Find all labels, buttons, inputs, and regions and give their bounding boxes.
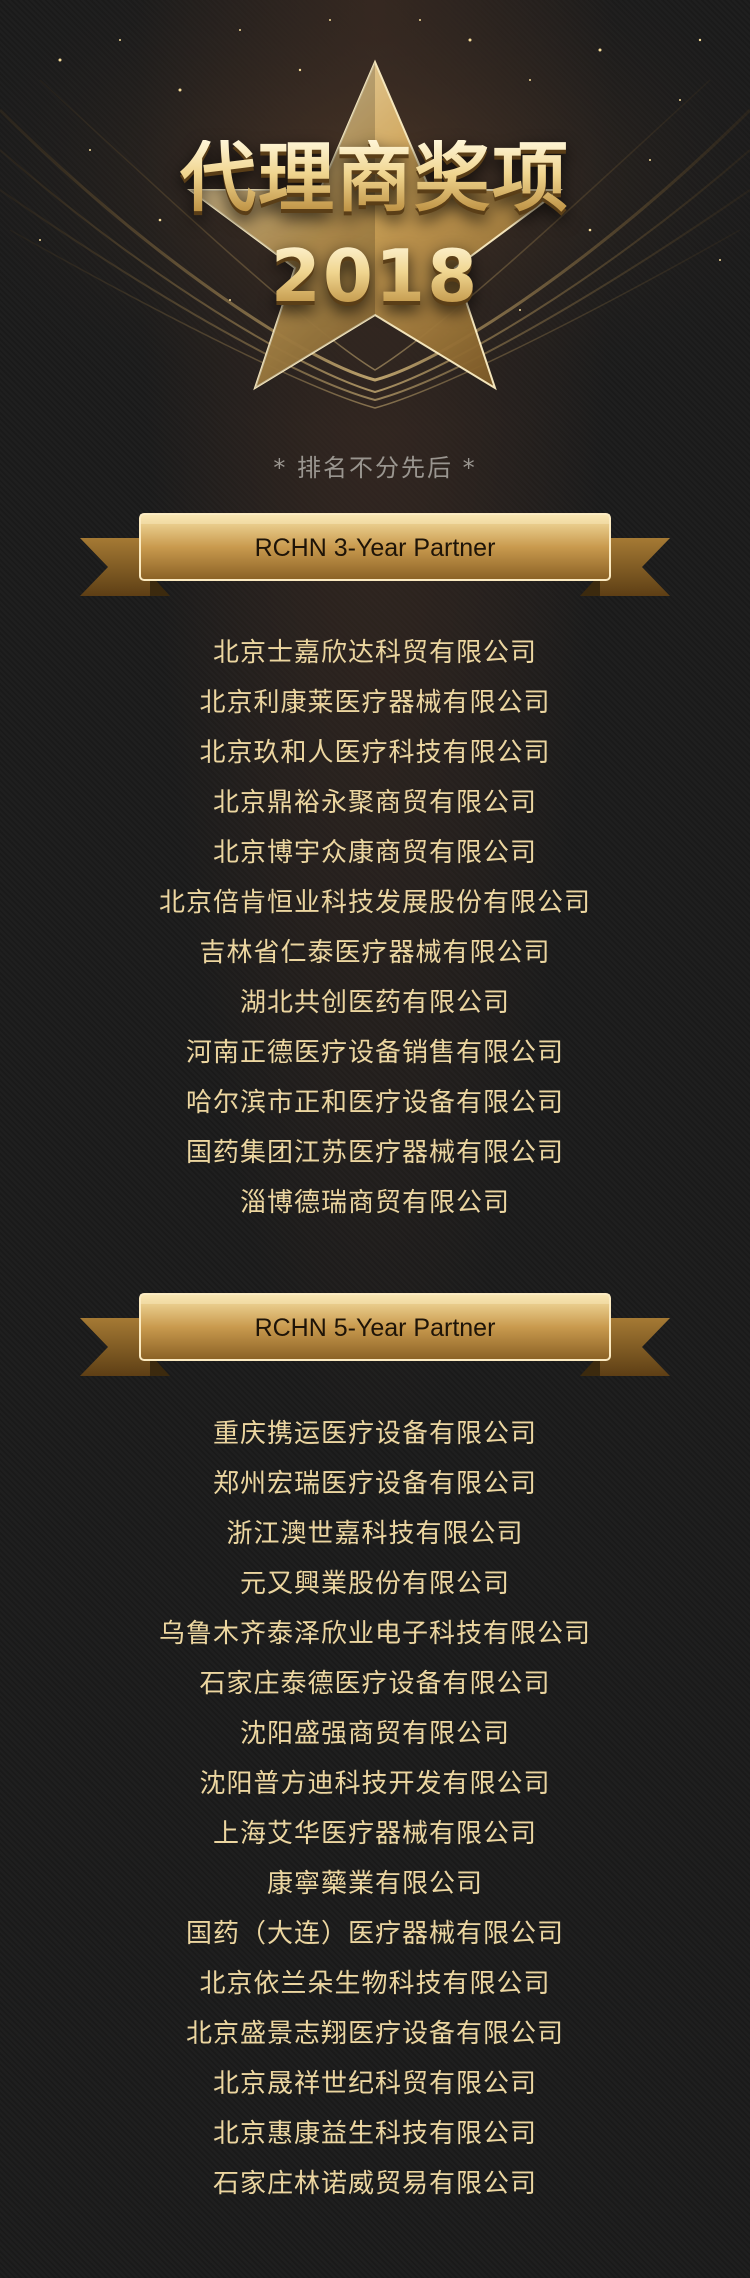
list-item: 北京惠康益生科技有限公司 <box>212 2119 537 2149</box>
list-item: 重庆携运医疗设备有限公司 <box>212 1419 537 1449</box>
list-item: 郑州宏瑞医疗设备有限公司 <box>212 1469 537 1499</box>
section-title: RCHN 5-Year Partner <box>254 1314 496 1342</box>
list-item: 元又興業股份有限公司 <box>239 1569 510 1599</box>
list-item: 北京晟祥世纪科贸有限公司 <box>212 2069 537 2099</box>
list-item: 北京士嘉欣达科贸有限公司 <box>212 638 537 668</box>
list-item: 石家庄林诺威贸易有限公司 <box>212 2169 537 2199</box>
hero-title: 代理商奖项 <box>0 140 750 216</box>
list-item: 上海艾华医疗器械有限公司 <box>212 1819 537 1849</box>
list-item: 河南正德医疗设备销售有限公司 <box>185 1038 564 1068</box>
section-title: RCHN 3-Year Partner <box>254 534 496 562</box>
list-item: 北京倍肯恒业科技发展股份有限公司 <box>158 888 591 918</box>
company-list-5-year: 重庆携运医疗设备有限公司 郑州宏瑞医疗设备有限公司 浙江澳世嘉科技有限公司 元又… <box>0 1409 750 2209</box>
list-item: 浙江澳世嘉科技有限公司 <box>226 1519 524 1549</box>
list-item: 北京玖和人医疗科技有限公司 <box>199 738 551 768</box>
hero-banner: 代理商奖项 2018 <box>0 0 750 430</box>
company-list-3-year: 北京士嘉欣达科贸有限公司 北京利康莱医疗器械有限公司 北京玖和人医疗科技有限公司… <box>0 628 750 1228</box>
award-page: 代理商奖项 2018 * 排名不分先后 * RCHN 3-Year Partne… <box>0 0 750 2278</box>
list-item: 北京博宇众康商贸有限公司 <box>212 838 537 868</box>
list-item: 湖北共创医药有限公司 <box>239 988 510 1018</box>
list-item: 淄博德瑞商贸有限公司 <box>239 1188 510 1218</box>
list-item: 乌鲁木齐泰泽欣业电子科技有限公司 <box>158 1619 591 1649</box>
list-item: 沈阳普方迪科技开发有限公司 <box>199 1769 551 1799</box>
list-item: 吉林省仁泰医疗器械有限公司 <box>199 938 551 968</box>
list-item: 北京依兰朵生物科技有限公司 <box>199 1969 551 1999</box>
ranking-note: * 排名不分先后 * <box>273 454 477 482</box>
list-item: 北京鼎裕永聚商贸有限公司 <box>212 788 537 818</box>
section-ribbon-5-year: RCHN 5-Year Partner <box>80 1288 670 1378</box>
list-item: 沈阳盛强商贸有限公司 <box>239 1719 510 1749</box>
list-item: 哈尔滨市正和医疗设备有限公司 <box>185 1088 564 1118</box>
list-item: 康寧藥業有限公司 <box>266 1869 483 1899</box>
section-ribbon-3-year: RCHN 3-Year Partner <box>80 508 670 598</box>
list-item: 北京利康莱医疗器械有限公司 <box>199 688 551 718</box>
hero-year: 2018 <box>0 240 750 312</box>
list-item: 国药（大连）医疗器械有限公司 <box>185 1919 564 1949</box>
list-item: 国药集团江苏医疗器械有限公司 <box>185 1138 564 1168</box>
list-item: 北京盛景志翔医疗设备有限公司 <box>185 2019 564 2049</box>
list-item: 石家庄泰德医疗设备有限公司 <box>199 1669 551 1699</box>
